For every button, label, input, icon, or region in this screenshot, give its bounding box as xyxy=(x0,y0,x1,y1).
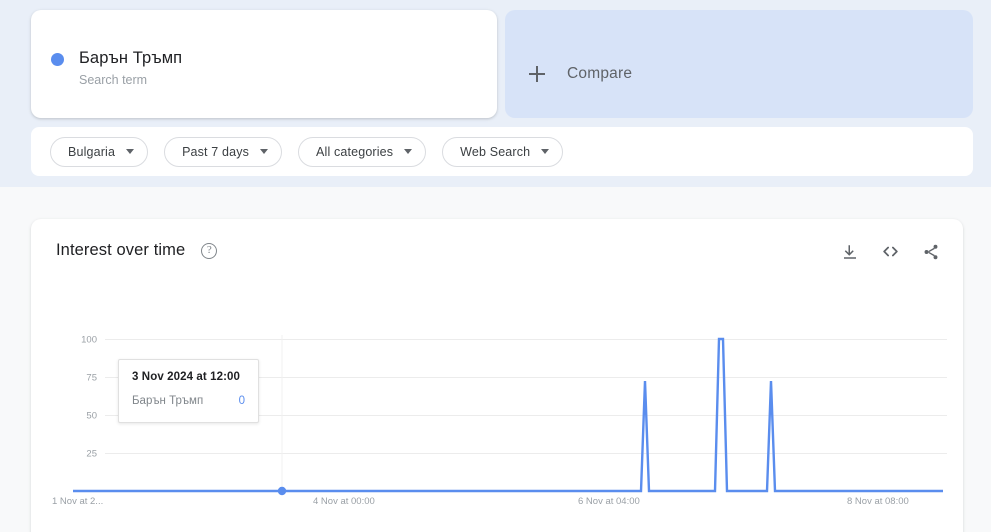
filter-location[interactable]: Bulgaria xyxy=(50,136,149,167)
search-term-card[interactable]: Барън Тръмп Search term xyxy=(31,10,497,118)
filter-search-type[interactable]: Web Search xyxy=(442,136,564,167)
tooltip-date: 3 Nov 2024 at 12:00 xyxy=(132,371,241,383)
svg-text:25: 25 xyxy=(86,449,97,460)
svg-text:8 Nov at 08:00: 8 Nov at 08:00 xyxy=(847,496,909,507)
filter-category-label: All categories xyxy=(316,144,394,159)
filter-search-type-label: Web Search xyxy=(460,144,531,159)
chevron-down-icon xyxy=(126,149,135,154)
tooltip-value: 0 xyxy=(238,395,245,407)
svg-text:4 Nov at 00:00: 4 Nov at 00:00 xyxy=(313,496,375,507)
y-axis-labels: 100 75 50 25 xyxy=(81,335,97,460)
chevron-down-icon xyxy=(404,149,413,154)
chevron-down-icon xyxy=(260,149,269,154)
interest-over-time-card: Interest over time ? 100 75 50 25 1 Nov … xyxy=(31,219,963,532)
filter-category[interactable]: All categories xyxy=(298,136,427,167)
svg-text:6 Nov at 04:00: 6 Nov at 04:00 xyxy=(578,496,640,507)
search-term-label: Барън Тръмп xyxy=(79,49,183,67)
x-axis-labels: 1 Nov at 2... 4 Nov at 00:00 6 Nov at 04… xyxy=(52,496,909,507)
compare-label: Compare xyxy=(567,65,633,82)
svg-text:1 Nov at 2...: 1 Nov at 2... xyxy=(52,496,103,507)
compare-card[interactable]: Compare xyxy=(505,10,973,118)
google-trends-page: Барън Тръмп Search term Compare Bulgaria… xyxy=(0,0,991,532)
chart-tooltip: 3 Nov 2024 at 12:00 Барън Тръмп 0 xyxy=(118,359,259,423)
filter-timerange-label: Past 7 days xyxy=(182,144,250,159)
series-color-dot-icon xyxy=(51,53,64,66)
hover-point-marker xyxy=(277,486,287,496)
svg-text:75: 75 xyxy=(86,373,97,384)
search-term-content: Барън Тръмп Search term xyxy=(51,48,182,89)
svg-text:100: 100 xyxy=(81,335,97,346)
plus-icon xyxy=(529,66,545,82)
chevron-down-icon xyxy=(541,149,550,154)
svg-text:50: 50 xyxy=(86,411,97,422)
compare-content: Compare xyxy=(529,65,632,83)
search-term-type: Search term xyxy=(79,73,148,87)
filter-bar: Bulgaria Past 7 days All categories Web … xyxy=(31,127,973,176)
filter-timerange[interactable]: Past 7 days xyxy=(164,136,283,167)
tooltip-term-label: Барън Тръмп xyxy=(132,395,204,407)
filter-location-label: Bulgaria xyxy=(68,144,116,159)
tooltip-row: Барън Тръмп 0 xyxy=(132,395,245,407)
